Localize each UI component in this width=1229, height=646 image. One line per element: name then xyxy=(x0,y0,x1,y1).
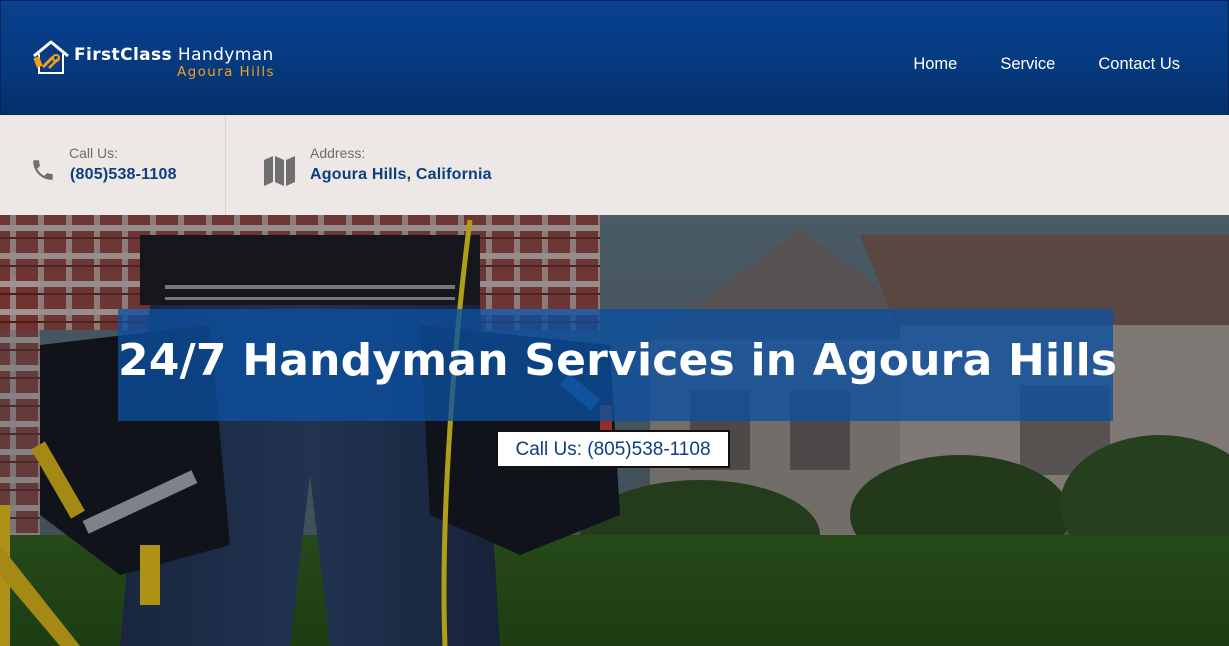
nav-contact-link[interactable]: Contact Us xyxy=(1098,55,1180,74)
call-info-block: Call Us: (805)538-1108 xyxy=(0,115,226,215)
address-value: Agoura Hills, California xyxy=(310,166,492,183)
call-phone-link[interactable]: (805)538-1108 xyxy=(70,166,177,184)
call-label: Call Us: xyxy=(69,145,119,161)
house-tools-logo-icon xyxy=(33,40,69,74)
hero-call-button-label: Call Us: (805)538-1108 xyxy=(515,439,711,460)
nav-home-link[interactable]: Home xyxy=(913,55,957,74)
site-header: FirstClass Handyman Agoura Hills Home Se… xyxy=(0,0,1229,115)
site-logo[interactable]: FirstClass Handyman Agoura Hills xyxy=(31,37,291,83)
hero-title-banner: 24/7 Handyman Services in Agoura Hills xyxy=(118,309,1118,421)
nav-service-link[interactable]: Service xyxy=(1000,55,1055,74)
logo-text-location: Agoura Hills xyxy=(177,64,275,80)
address-label: Address: xyxy=(310,145,366,161)
contact-info-bar: Call Us: (805)538-1108 Address: Agoura H… xyxy=(0,115,1229,215)
hero-call-button[interactable]: Call Us: (805)538-1108 xyxy=(496,430,730,468)
hero-section: 24/7 Handyman Services in Agoura Hills C… xyxy=(0,215,1229,646)
map-icon xyxy=(264,156,295,186)
logo-text-primary: FirstClass Handyman xyxy=(74,45,274,65)
address-info-block: Address: Agoura Hills, California xyxy=(226,115,726,215)
hero-title: 24/7 Handyman Services in Agoura Hills xyxy=(118,335,1118,386)
phone-icon xyxy=(33,160,53,180)
main-nav: Home Service Contact Us xyxy=(870,55,1180,74)
